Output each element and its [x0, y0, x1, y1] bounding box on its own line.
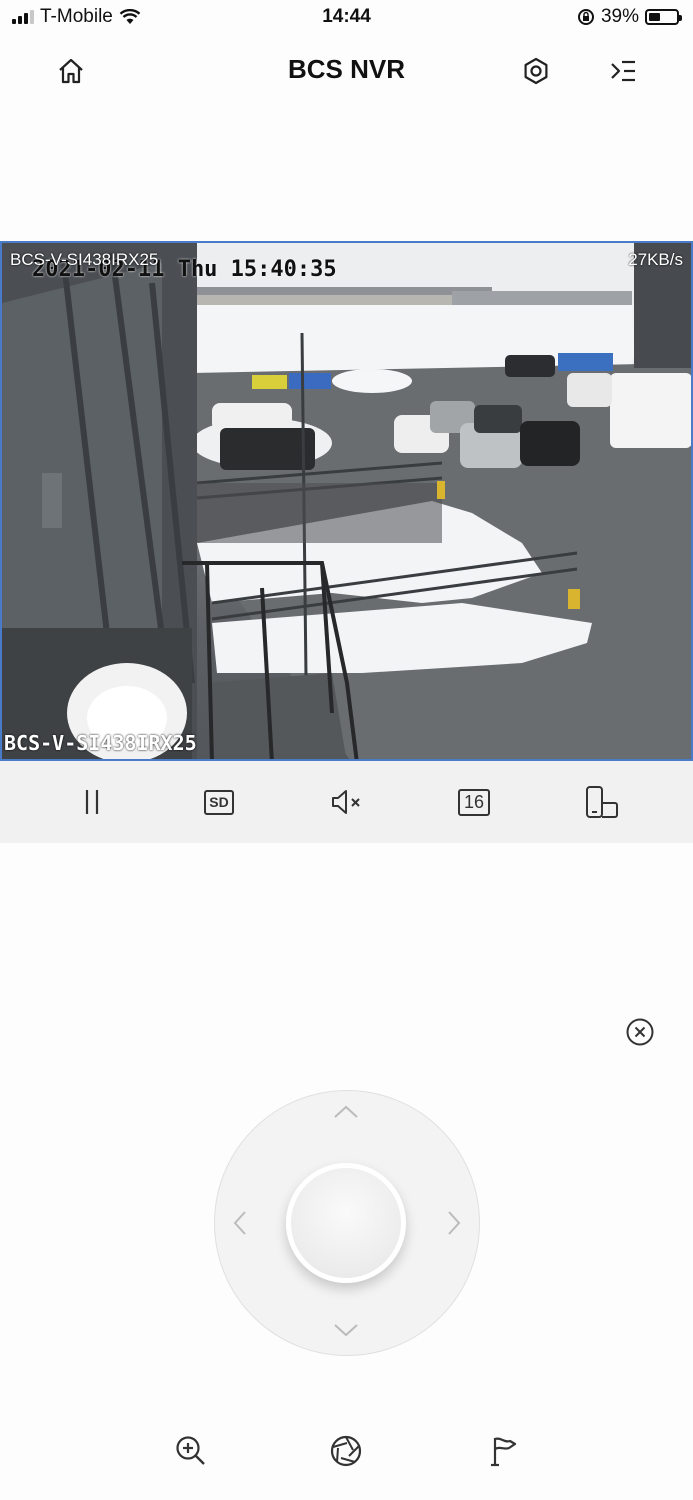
bitrate-label: 27KB/s	[628, 250, 683, 269]
mute-icon	[332, 790, 360, 814]
rotate-icon	[586, 786, 618, 818]
pause-button[interactable]	[67, 777, 117, 827]
menu-icon[interactable]	[602, 50, 644, 92]
pause-icon	[85, 790, 99, 814]
ptz-up-arrow-icon[interactable]	[332, 1100, 360, 1124]
quality-button[interactable]: SD	[194, 777, 244, 827]
quality-label: SD	[204, 789, 234, 815]
status-right: 39%	[577, 6, 682, 28]
orientation-lock-icon	[577, 9, 594, 25]
ptz-joystick-knob[interactable]	[286, 1163, 406, 1283]
split-screen-button[interactable]: 16	[449, 777, 499, 827]
settings-icon[interactable]	[515, 50, 557, 92]
playback-toolbar: SD 16	[0, 761, 693, 843]
iris-icon	[330, 1435, 362, 1467]
battery-icon	[645, 9, 682, 25]
ptz-right-arrow-icon[interactable]	[442, 1208, 466, 1238]
page-title: BCS NVR	[287, 54, 405, 84]
camera-video-feed[interactable]: 2021-02-11 Thu 15:40:35 BCS-V-SI438IRX25…	[0, 241, 693, 761]
iris-button[interactable]	[325, 1430, 367, 1472]
close-icon	[626, 1018, 654, 1046]
battery-percent: 39%	[600, 6, 639, 27]
mute-button[interactable]	[322, 777, 372, 827]
rotate-button[interactable]	[577, 777, 627, 827]
camera-name-bottom: BCS-V-SI438IRX25	[4, 731, 197, 755]
video-frame	[2, 243, 691, 759]
preset-flag-icon	[491, 1437, 517, 1467]
split-label: 16	[458, 788, 490, 816]
preset-button[interactable]	[483, 1430, 525, 1472]
ptz-left-arrow-icon[interactable]	[228, 1208, 252, 1238]
camera-name-top: BCS-V-SI438IRX25	[10, 250, 159, 269]
zoom-in-icon	[176, 1436, 205, 1465]
zoom-button[interactable]	[170, 1430, 212, 1472]
ptz-down-arrow-icon[interactable]	[332, 1318, 360, 1342]
status-bar: T-Mobile 14:44 39%	[0, 0, 693, 36]
close-ptz-button[interactable]	[622, 1014, 658, 1050]
